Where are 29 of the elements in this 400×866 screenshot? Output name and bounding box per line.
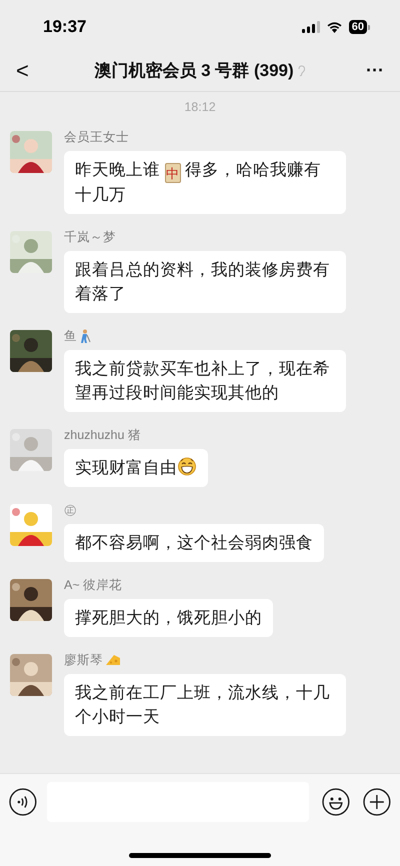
golfer-icon [79, 328, 91, 344]
sender-name: ㊣ [64, 504, 77, 516]
sender-name: 廖斯琴 [64, 654, 103, 666]
back-button[interactable]: < [16, 54, 46, 87]
status-time: 19:37 [43, 16, 86, 38]
cheese-icon [105, 654, 121, 666]
more-button[interactable]: ··· [354, 57, 384, 84]
timestamp: 18:12 [184, 99, 216, 116]
add-icon[interactable] [363, 788, 392, 816]
grin-emoji-icon [177, 456, 197, 476]
emoji-icon[interactable] [322, 788, 350, 816]
message-bubble: 我之前在工厂上班，流水线，十几个小时一天 [64, 674, 346, 736]
chat-title: 澳门机密会员 3 号群 (399) [94, 60, 294, 82]
sender-name: 鱼 [64, 330, 77, 342]
sender-name: 千岚～梦 [64, 231, 116, 244]
ear-icon [296, 64, 306, 76]
wifi-icon [326, 21, 343, 33]
message-bubble: 跟着吕总的资料，我的装修房费有着落了 [64, 251, 346, 314]
battery-indicator: 60 [348, 20, 370, 34]
sender-name: A~ 彼岸花 [64, 579, 122, 592]
voice-icon[interactable] [9, 788, 37, 816]
sender-name: 会员王女士 [64, 130, 129, 143]
sender-name: zhuzhuzhu 猪 [64, 429, 141, 442]
message-bubble: 撑死胆大的，饿死胆小的 [64, 599, 273, 638]
message-bubble: 都不容易啊，这个社会弱肉强食 [64, 524, 324, 562]
signal-icon [302, 21, 320, 33]
message-bubble: 实现财富自由 [64, 449, 208, 488]
message-bubble: 我之前贷款买车也补上了，现在希望再过段时间能实现其他的 [64, 350, 346, 412]
message-bubble: 昨天晚上谁 中 得多，哈哈我赚有十几万 [64, 150, 346, 214]
